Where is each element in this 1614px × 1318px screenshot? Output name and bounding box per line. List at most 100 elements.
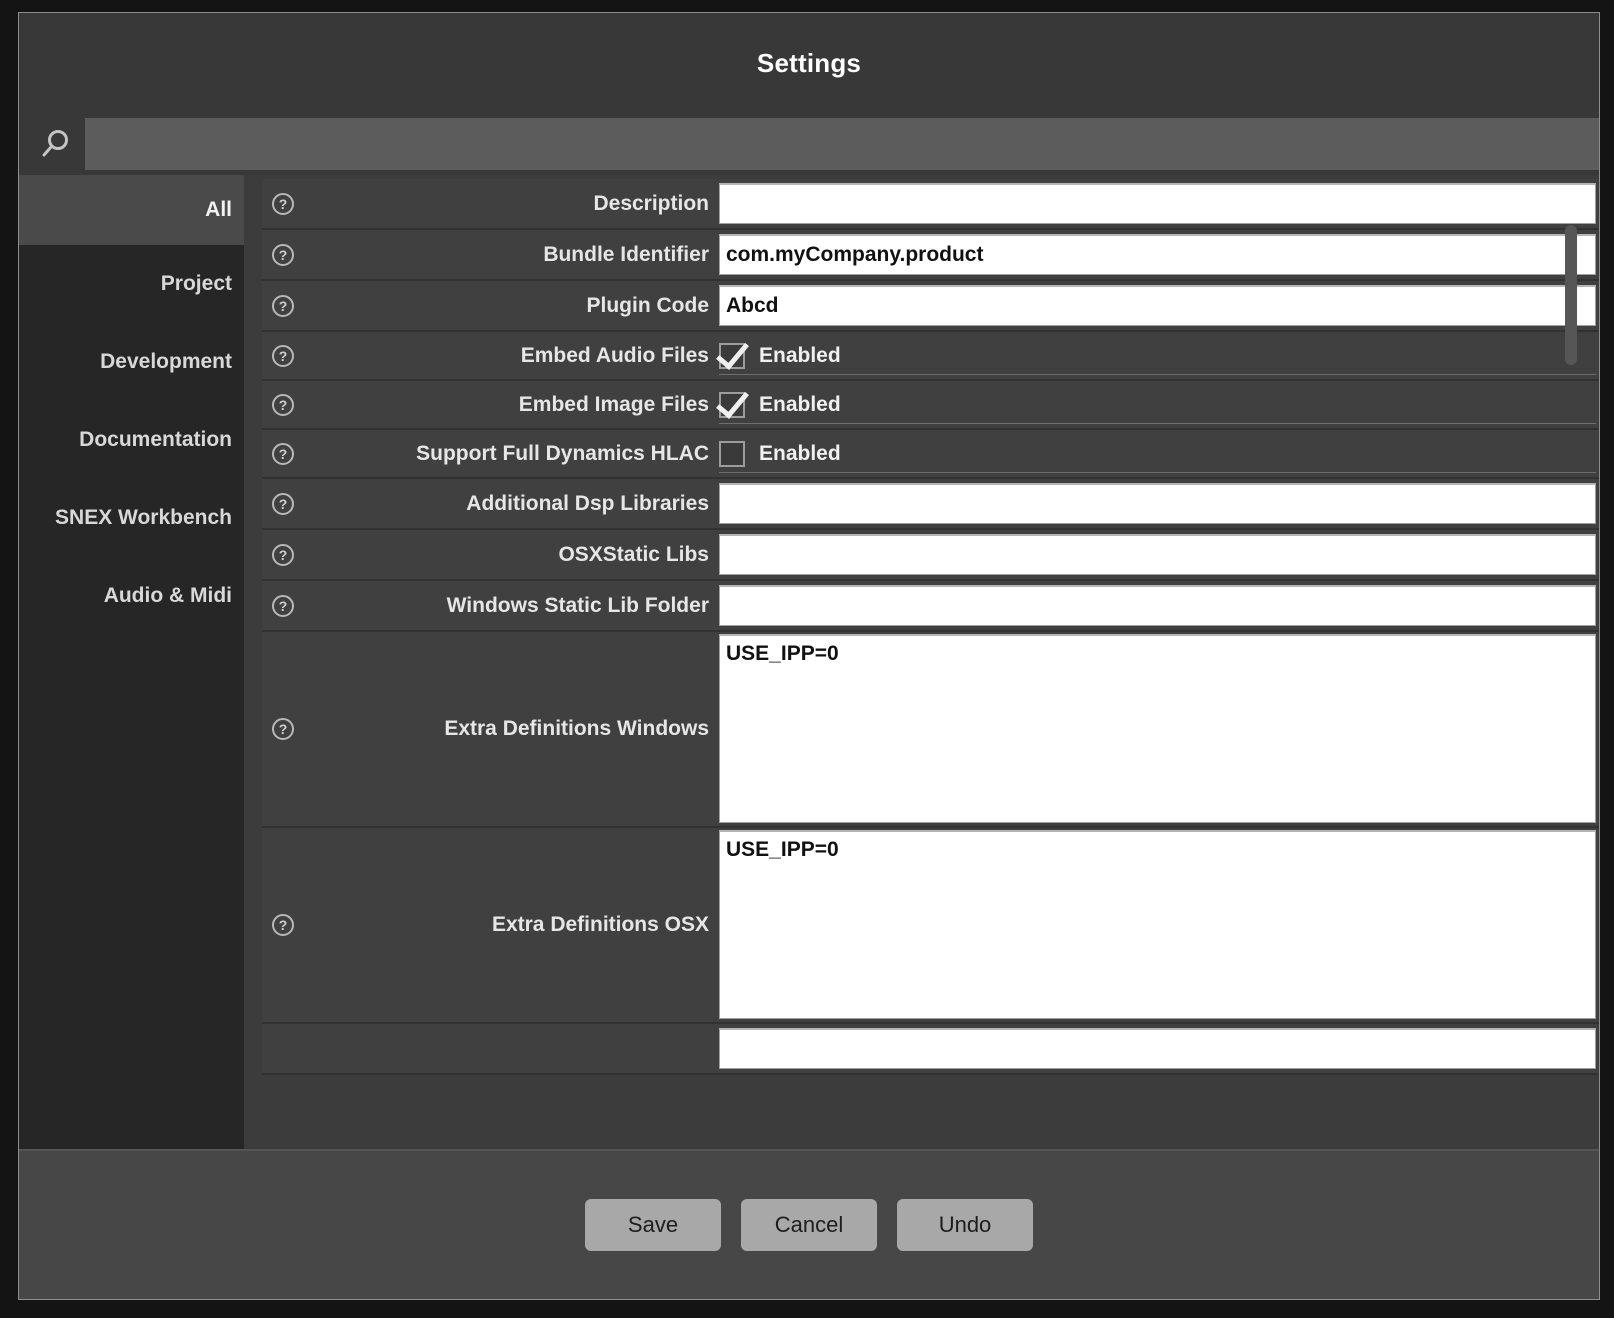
page-title: Settings xyxy=(756,47,862,78)
help-cell: ? xyxy=(262,381,304,428)
setting-row-windows-static-lib-folder: ? Windows Static Lib Folder xyxy=(262,581,1599,632)
sidebar-item-label: Audio & Midi xyxy=(103,584,232,607)
embed-image-files-checkbox[interactable] xyxy=(719,392,745,418)
checkbox-cell: Enabled xyxy=(719,385,1596,424)
help-icon[interactable]: ? xyxy=(272,344,294,367)
help-icon[interactable]: ? xyxy=(272,294,294,317)
checkbox-label: Enabled xyxy=(759,442,841,465)
setting-row-plugin-code: ? Plugin Code xyxy=(262,281,1599,332)
setting-label: OSXStatic Libs xyxy=(558,542,709,566)
content-scrollbar-thumb[interactable] xyxy=(1565,225,1577,365)
setting-row-osxstatic-libs: ? OSXStatic Libs xyxy=(262,530,1599,581)
settings-window-root: Settings All Project Development Documen… xyxy=(0,0,1614,1318)
empty-row-input[interactable] xyxy=(719,1028,1596,1069)
help-icon[interactable]: ? xyxy=(272,492,294,515)
setting-label: Extra Definitions Windows xyxy=(444,717,709,740)
setting-row-support-full-dynamics-hlac: ? Support Full Dynamics HLAC Enabled xyxy=(262,430,1599,479)
save-button[interactable]: Save xyxy=(585,1199,721,1251)
help-icon[interactable]: ? xyxy=(272,442,294,465)
sidebar-item-documentation[interactable]: Documentation xyxy=(19,401,244,479)
sidebar-item-label: All xyxy=(205,198,232,221)
help-icon[interactable]: ? xyxy=(272,543,294,566)
setting-row-additional-dsp-libraries: ? Additional Dsp Libraries xyxy=(262,479,1599,530)
help-cell xyxy=(262,1024,304,1073)
help-cell: ? xyxy=(262,179,304,228)
setting-row-bundle-identifier: ? Bundle Identifier xyxy=(262,230,1599,281)
description-input[interactable] xyxy=(719,183,1596,224)
settings-window: Settings All Project Development Documen… xyxy=(18,12,1600,1300)
sidebar-item-snex-workbench[interactable]: SNEX Workbench xyxy=(19,479,244,557)
setting-label: Windows Static Lib Folder xyxy=(446,593,709,617)
help-cell: ? xyxy=(262,632,304,826)
setting-row-embed-image-files: ? Embed Image Files Enabled xyxy=(262,381,1599,430)
extra-definitions-osx-textarea[interactable]: USE_IPP=0 xyxy=(719,830,1596,1019)
sidebar-item-all[interactable]: All xyxy=(19,175,244,245)
setting-value xyxy=(719,1024,1599,1073)
osxstatic-libs-input[interactable] xyxy=(719,534,1596,575)
setting-value: Enabled xyxy=(719,332,1599,379)
checkbox-label: Enabled xyxy=(759,393,841,416)
cancel-button[interactable]: Cancel xyxy=(741,1199,877,1251)
help-icon[interactable]: ? xyxy=(272,718,294,740)
settings-content: ? Description ? Bundle Identifier com.my… xyxy=(244,175,1599,1149)
support-full-dynamics-hlac-checkbox[interactable] xyxy=(719,441,745,467)
setting-label: Embed Image Files xyxy=(518,392,709,416)
setting-value xyxy=(719,281,1599,330)
bundle-identifier-input[interactable] xyxy=(719,234,1596,275)
sidebar-item-label: SNEX Workbench xyxy=(55,506,232,529)
setting-label: Support Full Dynamics HLAC xyxy=(416,441,709,465)
help-cell: ? xyxy=(262,581,304,630)
help-cell: ? xyxy=(262,281,304,330)
setting-label xyxy=(304,1024,719,1073)
help-icon[interactable]: ? xyxy=(272,594,294,617)
setting-value: Enabled xyxy=(719,430,1599,477)
sidebar: All Project Development Documentation SN… xyxy=(19,175,244,1149)
help-icon[interactable]: ? xyxy=(272,914,294,936)
help-cell: ? xyxy=(262,479,304,528)
sidebar-item-project[interactable]: Project xyxy=(19,245,244,323)
setting-row-embed-audio-files: ? Embed Audio Files Enabled xyxy=(262,332,1599,381)
settings-rows: ? Description ? Bundle Identifier com.my… xyxy=(262,179,1599,1075)
search-input[interactable] xyxy=(85,118,1599,170)
sidebar-item-label: Development xyxy=(100,350,232,373)
setting-row-extra-definitions-osx: ? Extra Definitions OSX USE_IPP=0 xyxy=(262,828,1599,1024)
undo-button[interactable]: Undo xyxy=(897,1199,1033,1251)
embed-audio-files-checkbox[interactable] xyxy=(719,343,745,369)
sidebar-item-label: Project xyxy=(160,272,232,295)
sidebar-item-development[interactable]: Development xyxy=(19,323,244,401)
search-bar xyxy=(19,113,1599,175)
setting-value: USE_IPP=0 xyxy=(719,632,1599,826)
setting-label: Embed Audio Files xyxy=(520,343,709,367)
sidebar-item-audio-midi[interactable]: Audio & Midi xyxy=(19,557,244,635)
help-icon[interactable]: ? xyxy=(272,192,294,215)
help-cell: ? xyxy=(262,828,304,1022)
additional-dsp-libraries-input[interactable] xyxy=(719,483,1596,524)
windows-static-lib-folder-input[interactable] xyxy=(719,585,1596,626)
setting-value xyxy=(719,230,1599,279)
setting-value xyxy=(719,479,1599,528)
setting-value: Enabled xyxy=(719,381,1599,428)
checkbox-cell: Enabled xyxy=(719,336,1596,375)
setting-label: Bundle Identifier xyxy=(543,242,709,266)
setting-value xyxy=(719,530,1599,579)
help-icon[interactable]: ? xyxy=(272,243,294,266)
setting-row-empty xyxy=(262,1024,1599,1075)
sidebar-item-label: Documentation xyxy=(79,428,232,451)
extra-definitions-windows-textarea[interactable]: USE_IPP=0 xyxy=(719,634,1596,823)
checkbox-cell: Enabled xyxy=(719,434,1596,473)
setting-label: Plugin Code xyxy=(586,293,710,317)
setting-label: Description xyxy=(593,191,709,215)
setting-label: Additional Dsp Libraries xyxy=(466,491,709,515)
plugin-code-input[interactable] xyxy=(719,285,1596,326)
help-cell: ? xyxy=(262,230,304,279)
help-icon[interactable]: ? xyxy=(272,393,294,416)
setting-value xyxy=(719,179,1599,228)
footer-actions: Save Cancel Undo xyxy=(19,1149,1599,1299)
content-scrollbar[interactable] xyxy=(1565,195,1577,1139)
help-cell: ? xyxy=(262,530,304,579)
setting-label: Extra Definitions OSX xyxy=(491,913,709,936)
setting-row-description: ? Description xyxy=(262,179,1599,230)
checkbox-label: Enabled xyxy=(759,344,841,367)
titlebar: Settings xyxy=(19,13,1599,113)
setting-value xyxy=(719,581,1599,630)
